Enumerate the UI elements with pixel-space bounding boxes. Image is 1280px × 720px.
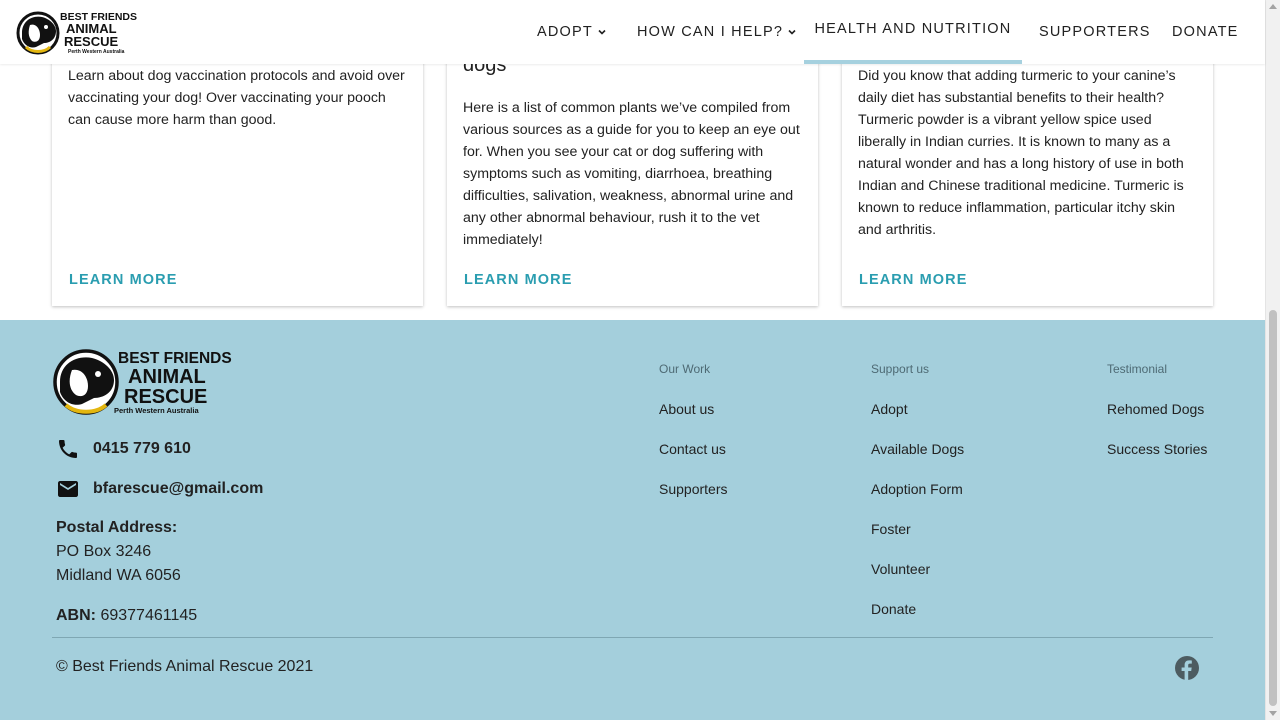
chevron-down-icon [598, 29, 606, 35]
scroll-down-arrow-icon[interactable] [1269, 711, 1277, 716]
nav-donate[interactable]: DONATE [1172, 0, 1239, 64]
article-card-text: Did you know that adding turmeric to you… [858, 68, 1184, 238]
postal-address-line: Midland WA 6056 [56, 567, 181, 584]
nav-adopt[interactable]: ADOPT [537, 0, 607, 64]
postal-address-label: Postal Address: [56, 519, 178, 536]
scroll-up-arrow-icon[interactable] [1269, 4, 1277, 9]
footer-link-volunteer[interactable]: Volunteer [871, 561, 930, 577]
logo-text: ANIMAL [128, 366, 206, 388]
facebook-icon[interactable] [1175, 656, 1199, 680]
footer-link-adoption-form[interactable]: Adoption Form [871, 481, 963, 497]
chevron-down-icon [788, 29, 796, 35]
footer-email[interactable]: bfarescue@gmail.com [56, 477, 263, 501]
footer-link-rehomed-dogs[interactable]: Rehomed Dogs [1107, 401, 1204, 417]
footer-heading-support-us: Support us [871, 362, 930, 376]
nav-label: HOW CAN I HELP? [637, 24, 784, 40]
nav-health-and-nutrition[interactable]: HEALTH AND NUTRITION [804, 0, 1022, 64]
nav-supporters[interactable]: SUPPORTERS [1039, 0, 1151, 64]
footer-phone[interactable]: 0415 779 610 [56, 437, 191, 461]
footer-link-donate[interactable]: Donate [871, 601, 916, 617]
logo-text: Perth Western Australia [68, 49, 125, 55]
footer-link-about-us[interactable]: About us [659, 401, 714, 417]
logo-text: RESCUE [64, 34, 119, 49]
email-address: bfarescue@gmail.com [93, 480, 264, 497]
footer-link-success-stories[interactable]: Success Stories [1107, 441, 1207, 457]
scrollbar-thumb[interactable] [1269, 310, 1277, 706]
nav-label: SUPPORTERS [1039, 24, 1151, 40]
footer-link-adopt[interactable]: Adopt [871, 401, 908, 417]
nav-label: HEALTH AND NUTRITION [814, 21, 1012, 37]
site-footer: BEST FRIENDS ANIMAL RESCUE Perth Western… [0, 320, 1265, 720]
logo-text: RESCUE [124, 386, 207, 408]
learn-more-button[interactable]: LEARN MORE [859, 272, 967, 288]
footer-logo[interactable]: BEST FRIENDS ANIMAL RESCUE Perth Western… [52, 348, 246, 416]
footer-heading-our-work: Our Work [659, 362, 711, 376]
abn-value: 69377461145 [100, 607, 198, 624]
phone-number: 0415 779 610 [93, 440, 191, 457]
copyright-text: © Best Friends Animal Rescue 2021 [56, 658, 314, 675]
footer-link-available-dogs[interactable]: Available Dogs [871, 441, 964, 457]
logo-text: Perth Western Australia [114, 406, 199, 415]
article-card-text: Here is a list of common plants we’ve co… [463, 100, 800, 248]
article-card-text: Learn about dog vaccination protocols an… [68, 68, 405, 128]
footer-divider [52, 637, 1213, 638]
nav-label: DONATE [1172, 24, 1239, 40]
nav-label: ADOPT [537, 24, 593, 40]
nav-how-can-i-help[interactable]: HOW CAN I HELP? [637, 0, 797, 64]
postal-address-line: PO Box 3246 [56, 543, 152, 560]
footer-link-contact-us[interactable]: Contact us [659, 441, 726, 457]
footer-heading-testimonial: Testimonial [1107, 362, 1168, 376]
learn-more-button[interactable]: LEARN MORE [464, 272, 572, 288]
phone-icon [59, 440, 77, 458]
abn-row: ABN: 69377461145 [56, 604, 197, 628]
learn-more-button[interactable]: LEARN MORE [69, 272, 177, 288]
site-header: BEST FRIENDS ANIMAL RESCUE Perth Western… [0, 0, 1265, 64]
page-scrollbar[interactable] [1265, 0, 1280, 720]
email-icon [58, 481, 78, 497]
abn-label: ABN: [56, 607, 96, 624]
footer-link-foster[interactable]: Foster [871, 521, 911, 537]
footer-link-supporters[interactable]: Supporters [659, 481, 727, 497]
logo-text: BEST FRIENDS [118, 350, 232, 367]
site-logo[interactable]: BEST FRIENDS ANIMAL RESCUE Perth Western… [16, 9, 146, 55]
